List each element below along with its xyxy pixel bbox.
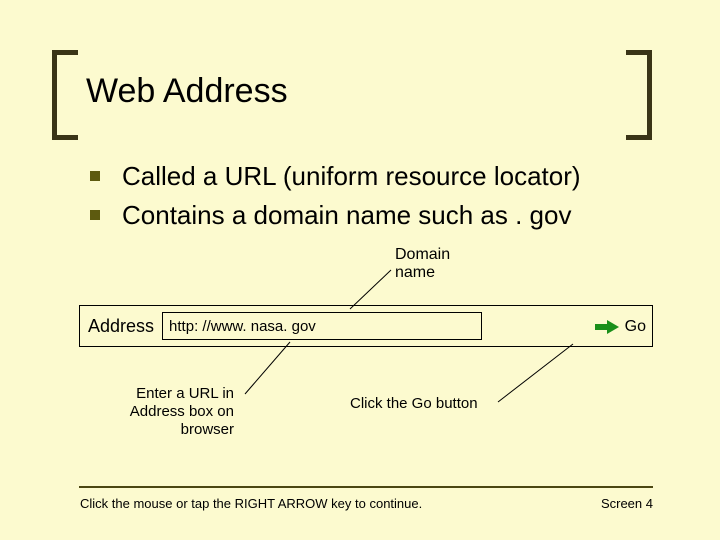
list-item: Called a URL (uniform resource locator) [90,160,581,193]
footer-divider [79,486,653,488]
square-bullet-icon [90,210,100,220]
bullet-text: Called a URL (uniform resource locator) [122,160,581,193]
slide-title: Web Address [86,72,288,111]
url-value: http: //www. nasa. gov [169,318,316,335]
go-label: Go [625,318,646,336]
bullet-list: Called a URL (uniform resource locator) … [90,160,581,237]
go-button[interactable]: Go [607,313,646,341]
footer-instruction: Click the mouse or tap the RIGHT ARROW k… [80,496,422,511]
title-bracket-right [626,50,652,140]
bullet-text: Contains a domain name such as . gov [122,199,571,232]
address-label: Address [80,316,162,337]
enter-url-callout: Enter a URL in Address box on browser [104,385,234,439]
click-go-callout: Click the Go button [350,395,478,412]
arrow-right-icon [607,320,619,334]
screen-number: Screen 4 [601,496,653,511]
domain-name-callout: Domain name [395,246,450,283]
url-input[interactable]: http: //www. nasa. gov [162,312,482,340]
square-bullet-icon [90,171,100,181]
address-bar-container: Address http: //www. nasa. gov Go [79,305,653,347]
list-item: Contains a domain name such as . gov [90,199,581,232]
title-bracket-left [52,50,78,140]
